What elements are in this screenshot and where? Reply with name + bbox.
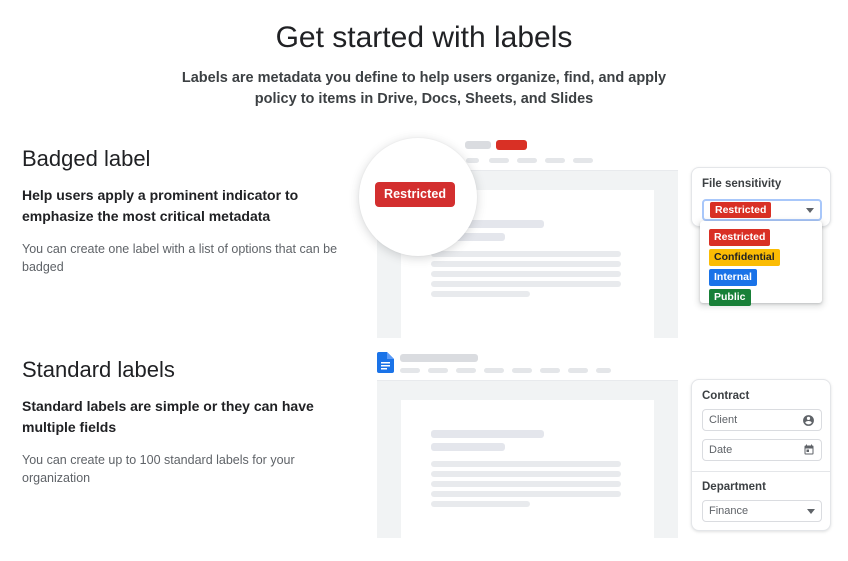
doc-toolbar-item [484,368,504,373]
doc-text-line [431,481,621,487]
option-chip: Restricted [709,229,771,246]
doc-toolbar-item [545,158,565,163]
department-label: Department [702,481,766,493]
file-sensitivity-dropdown-menu[interactable]: Restricted Confidential Internal Public [700,221,822,306]
doc-toolbar-item [573,158,593,163]
contract-label: Contract [702,390,750,402]
doc-toolbar-item [512,368,532,373]
selected-value-chip: Restricted [710,201,772,219]
doc-title-placeholder [400,354,478,362]
section-body-standard: You can create up to 100 standard labels… [22,453,295,485]
doc-text-line [431,501,530,507]
doc-text-line [431,281,621,287]
option-chip: Internal [709,269,757,286]
option-chip: Confidential [709,249,780,266]
section-title-standard: Standard labels [22,357,175,382]
dropdown-option-public[interactable]: Public [709,287,751,306]
doc-toolbar-item [400,368,420,373]
calendar-icon [804,444,814,455]
chevron-down-icon [806,207,814,213]
magnifier-callout: Restricted [359,138,477,256]
doc-toolbar-item [540,368,560,373]
doc-text-line [431,461,621,467]
chevron-down-icon [807,508,815,514]
labels-onboarding-page: Get started with labels Labels are metad… [0,0,848,561]
doc-title-placeholder [465,141,491,149]
doc-toolbar-item [466,158,479,163]
doc-text-line [431,291,530,297]
department-value: Finance [709,505,749,517]
doc-text-line [431,261,621,267]
doc-text-line [431,491,621,497]
page-title: Get started with labels [275,21,573,54]
doc-text-line [431,271,621,277]
account-circle-icon [803,414,814,426]
doc-page [401,400,654,539]
file-sensitivity-select[interactable]: Restricted [702,199,822,221]
doc-text-line [431,471,621,477]
date-field-placeholder: Date [709,444,733,456]
doc-badge-indicator [496,140,527,150]
department-select[interactable]: Finance [702,500,822,522]
doc-toolbar-item [428,368,448,373]
client-field[interactable]: Client [702,409,822,431]
doc-text-line [431,430,544,438]
dropdown-option-confidential[interactable]: Confidential [709,247,780,266]
magnified-restricted-badge: Restricted [375,182,456,207]
page-subtitle: Labels are metadata you define to help u… [181,70,667,107]
card-divider [692,471,830,472]
doc-text-line [431,443,505,451]
file-sensitivity-label: File sensitivity [702,178,782,190]
doc-toolbar-item [456,368,476,373]
doc-toolbar-item [596,368,611,373]
option-chip: Public [709,289,751,306]
section-title-badged: Badged label [22,146,151,171]
section-lead-badged: Help users apply a prominent indicator t… [22,187,299,224]
dropdown-option-internal[interactable]: Internal [709,267,757,286]
doc-toolbar-item [517,158,537,163]
doc-canvas [377,380,678,539]
dropdown-option-restricted[interactable]: Restricted [709,227,771,246]
google-docs-icon [377,352,394,373]
doc-text-line [431,251,621,257]
doc-toolbar-item [568,368,588,373]
client-field-placeholder: Client [709,414,738,426]
section-lead-standard: Standard labels are simple or they can h… [22,398,314,435]
date-field[interactable]: Date [702,439,822,461]
section-body-badged: You can create one label with a list of … [22,242,338,274]
contract-department-card: Contract Client Date Department Finance [691,379,831,531]
doc-toolbar-item [489,158,509,163]
file-sensitivity-card: File sensitivity Restricted [691,167,831,227]
